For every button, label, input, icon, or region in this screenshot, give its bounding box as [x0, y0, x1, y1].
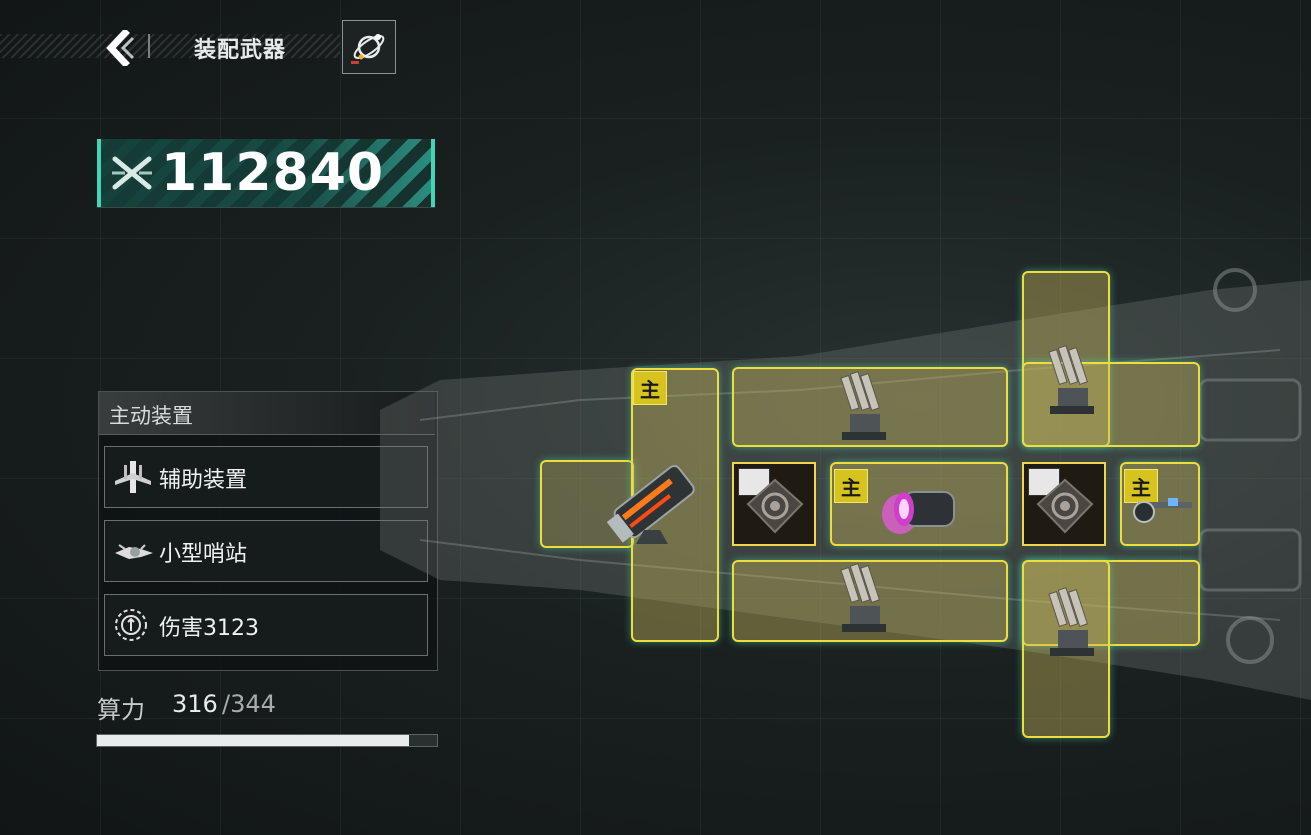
title-divider — [148, 34, 150, 58]
crossed-swords-icon — [112, 156, 152, 190]
engine-module-icon — [882, 491, 955, 534]
planet-icon — [351, 34, 385, 64]
device-item-label: 伤害3123 — [159, 616, 259, 641]
damage-target-icon — [115, 609, 147, 641]
chevron-left-icon — [106, 30, 135, 66]
back-button[interactable] — [100, 28, 140, 68]
compute-used: 316 — [172, 690, 218, 718]
gear-module-icon — [1036, 478, 1094, 534]
small-outpost-icon — [115, 544, 153, 559]
plasma-cannon-icon — [606, 464, 695, 544]
combat-power-value: 112840 — [161, 143, 385, 203]
missile-launcher-icon — [1048, 345, 1094, 414]
gear-module-icon — [746, 478, 804, 534]
planet-button[interactable] — [342, 20, 396, 74]
main-badge: 主 — [834, 469, 868, 503]
compute-total: /344 — [222, 690, 276, 718]
combat-power-badge: 112840 — [97, 139, 435, 208]
module-chip-slot[interactable] — [732, 462, 816, 546]
page-title: 装配武器 — [194, 38, 287, 63]
auxiliary-device-icon — [115, 461, 151, 493]
module-chip-slot[interactable] — [1022, 462, 1106, 546]
main-badge: 主 — [633, 371, 667, 405]
compute-label: 算力 — [97, 696, 145, 724]
small-gun-icon — [1133, 498, 1192, 523]
missile-launcher-icon — [840, 371, 886, 440]
compute-progress-fill — [97, 735, 410, 746]
top-bar-stripes — [0, 34, 340, 58]
compute-progress-bar — [96, 734, 438, 747]
panel-title: 主动装置 — [109, 404, 193, 428]
top-bar: 装配武器 — [0, 20, 400, 74]
device-item-label: 辅助装置 — [159, 468, 248, 493]
device-item-label: 小型哨站 — [159, 542, 248, 567]
missile-launcher-icon — [1048, 587, 1094, 656]
missile-launcher-icon — [840, 563, 886, 632]
